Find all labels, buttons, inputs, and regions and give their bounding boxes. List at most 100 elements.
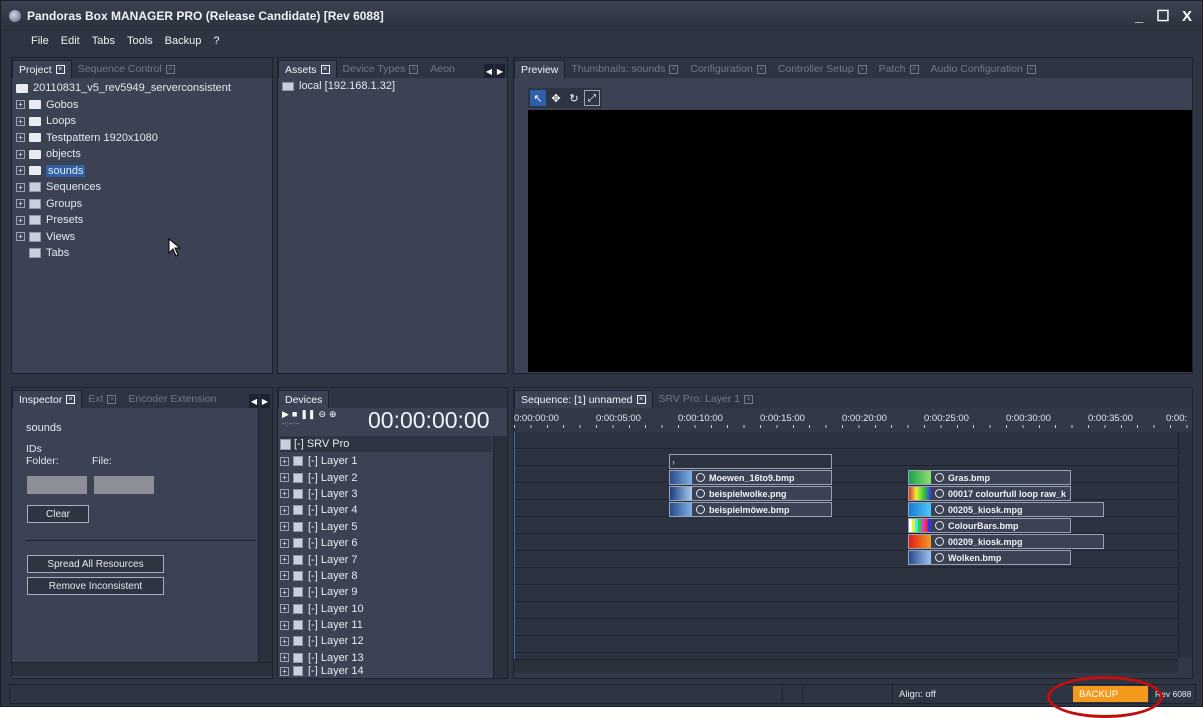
tab-left-arrow-icon[interactable]: ◀	[484, 64, 494, 78]
layer-row[interactable]: + [-] Layer 11	[280, 617, 490, 633]
zoom-in-icon[interactable]: ⊕	[329, 409, 337, 420]
layer-row[interactable]: + [-] Layer 4	[280, 502, 490, 518]
menu-help[interactable]: ?	[213, 35, 219, 47]
tab-audio-configuration[interactable]: Audio Configuration ×	[925, 60, 1042, 78]
tab-controller-setup[interactable]: Controller Setup ×	[772, 60, 873, 78]
tab-left-arrow-icon[interactable]: ◀	[249, 394, 259, 408]
layer-row[interactable]: + [-] Layer 7	[280, 551, 490, 567]
menu-edit[interactable]: Edit	[61, 35, 80, 47]
expand-icon[interactable]: +	[16, 232, 25, 242]
layer-row[interactable]: + [-] Layer 14	[280, 666, 490, 677]
close-icon[interactable]: ×	[636, 395, 646, 404]
expand-icon[interactable]: +	[16, 166, 25, 176]
expand-icon[interactable]: +	[16, 199, 25, 209]
sequence-clip[interactable]: Moewen_16to9.bmp	[669, 470, 832, 485]
sequence-clip-empty[interactable]: ›	[669, 454, 832, 469]
tab-srv-pro-layer[interactable]: SRV Pro: Layer 1 ×	[653, 390, 760, 408]
layer-row[interactable]: + [-] Layer 9	[280, 584, 490, 600]
tab-project[interactable]: Project ×	[12, 60, 72, 78]
tree-item-loops[interactable]: + Loops	[16, 113, 231, 130]
close-icon[interactable]: ×	[320, 65, 330, 74]
expand-icon[interactable]: +	[16, 100, 25, 110]
tab-configuration[interactable]: Configuration ×	[684, 60, 771, 78]
clear-button[interactable]: Clear	[27, 505, 89, 523]
pause-icon[interactable]: ❚❚	[300, 409, 315, 420]
tab-patch[interactable]: Patch ×	[873, 60, 925, 78]
close-icon[interactable]: ×	[669, 64, 679, 74]
close-icon[interactable]: ×	[857, 64, 867, 74]
menu-file[interactable]: File	[31, 35, 49, 47]
tab-ext[interactable]: Ext ×	[82, 390, 122, 408]
close-icon[interactable]: ×	[409, 64, 419, 74]
expand-icon[interactable]: +	[280, 604, 289, 614]
playhead[interactable]	[514, 432, 515, 659]
expand-icon[interactable]: +	[280, 620, 289, 630]
rotate-tool-icon[interactable]: ↻	[566, 90, 582, 106]
preview-canvas[interactable]	[528, 110, 1192, 372]
sequence-horizontal-scrollbar[interactable]	[514, 659, 1178, 673]
tab-right-arrow-icon[interactable]: ▶	[260, 394, 270, 408]
menu-backup[interactable]: Backup	[165, 35, 202, 47]
spread-all-resources-button[interactable]: Spread All Resources	[27, 555, 164, 573]
expand-icon[interactable]: +	[280, 456, 289, 466]
expand-icon[interactable]: +	[280, 666, 289, 676]
expand-icon[interactable]: +	[280, 473, 289, 483]
layer-row[interactable]: + [-] Layer 2	[280, 469, 490, 485]
folder-id-field[interactable]	[27, 476, 87, 494]
timeline-ruler[interactable]: 0:00:00:00 0:00:05:00 0:00:10:00 0:00:15…	[514, 410, 1192, 428]
remove-inconsistent-button[interactable]: Remove Inconsistent	[27, 577, 164, 595]
tab-device-types[interactable]: Device Types ×	[337, 60, 425, 78]
sequence-clip[interactable]: ColourBars.bmp	[908, 518, 1071, 533]
move-tool-icon[interactable]: ✥	[548, 90, 564, 106]
sequence-clip[interactable]: 00205_kiosk.mpg	[908, 502, 1104, 517]
title-bar[interactable]: Pandoras Box MANAGER PRO (Release Candid…	[1, 1, 1202, 31]
close-icon[interactable]: ×	[909, 64, 919, 74]
inspector-vertical-scrollbar[interactable]	[258, 408, 272, 662]
close-icon[interactable]: ×	[756, 64, 766, 74]
tab-right-arrow-icon[interactable]: ▶	[495, 64, 505, 78]
layer-row[interactable]: + [-] Layer 8	[280, 568, 490, 584]
maximize-button[interactable]: ☐	[1152, 5, 1174, 27]
zoom-out-icon[interactable]: ⊖	[318, 409, 326, 420]
expand-icon[interactable]: +	[280, 555, 289, 565]
tree-item-views[interactable]: + Views	[16, 229, 231, 246]
timeline-tracks[interactable]: › Moewen_16to9.bmp beispielwolke.png bei…	[514, 432, 1178, 659]
stop-icon[interactable]: ■	[292, 409, 297, 420]
expand-icon[interactable]: +	[280, 538, 289, 548]
expand-icon[interactable]: +	[280, 587, 289, 597]
layer-row[interactable]: + [-] Layer 12	[280, 633, 490, 649]
close-icon[interactable]: ×	[66, 395, 76, 404]
close-icon[interactable]: ×	[107, 394, 117, 404]
select-tool-icon[interactable]: ↖	[530, 90, 546, 106]
devices-vertical-scrollbar[interactable]	[493, 436, 507, 678]
tab-sequence-control[interactable]: Sequence Control ×	[72, 60, 181, 78]
expand-icon[interactable]: +	[280, 571, 289, 581]
inspector-horizontal-scrollbar[interactable]	[12, 662, 272, 676]
layer-row[interactable]: + [-] Layer 5	[280, 519, 490, 535]
tree-item-sounds[interactable]: + sounds	[16, 163, 231, 180]
sequence-clip[interactable]: beispielmöwe.bmp	[669, 502, 832, 517]
close-icon[interactable]: ×	[55, 65, 65, 74]
sequence-clip[interactable]: 00209_kiosk.mpg	[908, 534, 1104, 549]
expand-icon[interactable]: +	[280, 522, 289, 532]
project-root[interactable]: 20110831_v5_rev5949_serverconsistent	[16, 80, 231, 97]
minimize-button[interactable]: _	[1128, 5, 1150, 27]
sequence-vertical-scrollbar[interactable]	[1178, 432, 1192, 658]
layer-row[interactable]: + [-] Layer 10	[280, 601, 490, 617]
tab-sequence[interactable]: Sequence: [1] unnamed ×	[514, 390, 653, 408]
menu-tools[interactable]: Tools	[127, 35, 153, 47]
server-row[interactable]: [-] SRV Pro	[280, 436, 492, 452]
play-icon[interactable]: ▶	[282, 409, 289, 420]
file-id-field[interactable]	[94, 476, 154, 494]
close-button[interactable]: X	[1176, 5, 1198, 27]
expand-icon[interactable]: +	[280, 653, 289, 663]
layer-row[interactable]: + [-] Layer 1	[280, 453, 490, 469]
expand-icon[interactable]: +	[280, 505, 289, 515]
expand-icon[interactable]: +	[16, 116, 25, 126]
close-icon[interactable]: ×	[1026, 64, 1036, 74]
layer-row[interactable]: + [-] Layer 6	[280, 535, 490, 551]
close-icon[interactable]: ×	[744, 394, 754, 404]
scale-tool-icon[interactable]: ⤢	[584, 90, 600, 106]
tab-encoder-extension[interactable]: Encoder Extension	[122, 390, 222, 408]
tree-item-groups[interactable]: + Groups	[16, 196, 231, 213]
